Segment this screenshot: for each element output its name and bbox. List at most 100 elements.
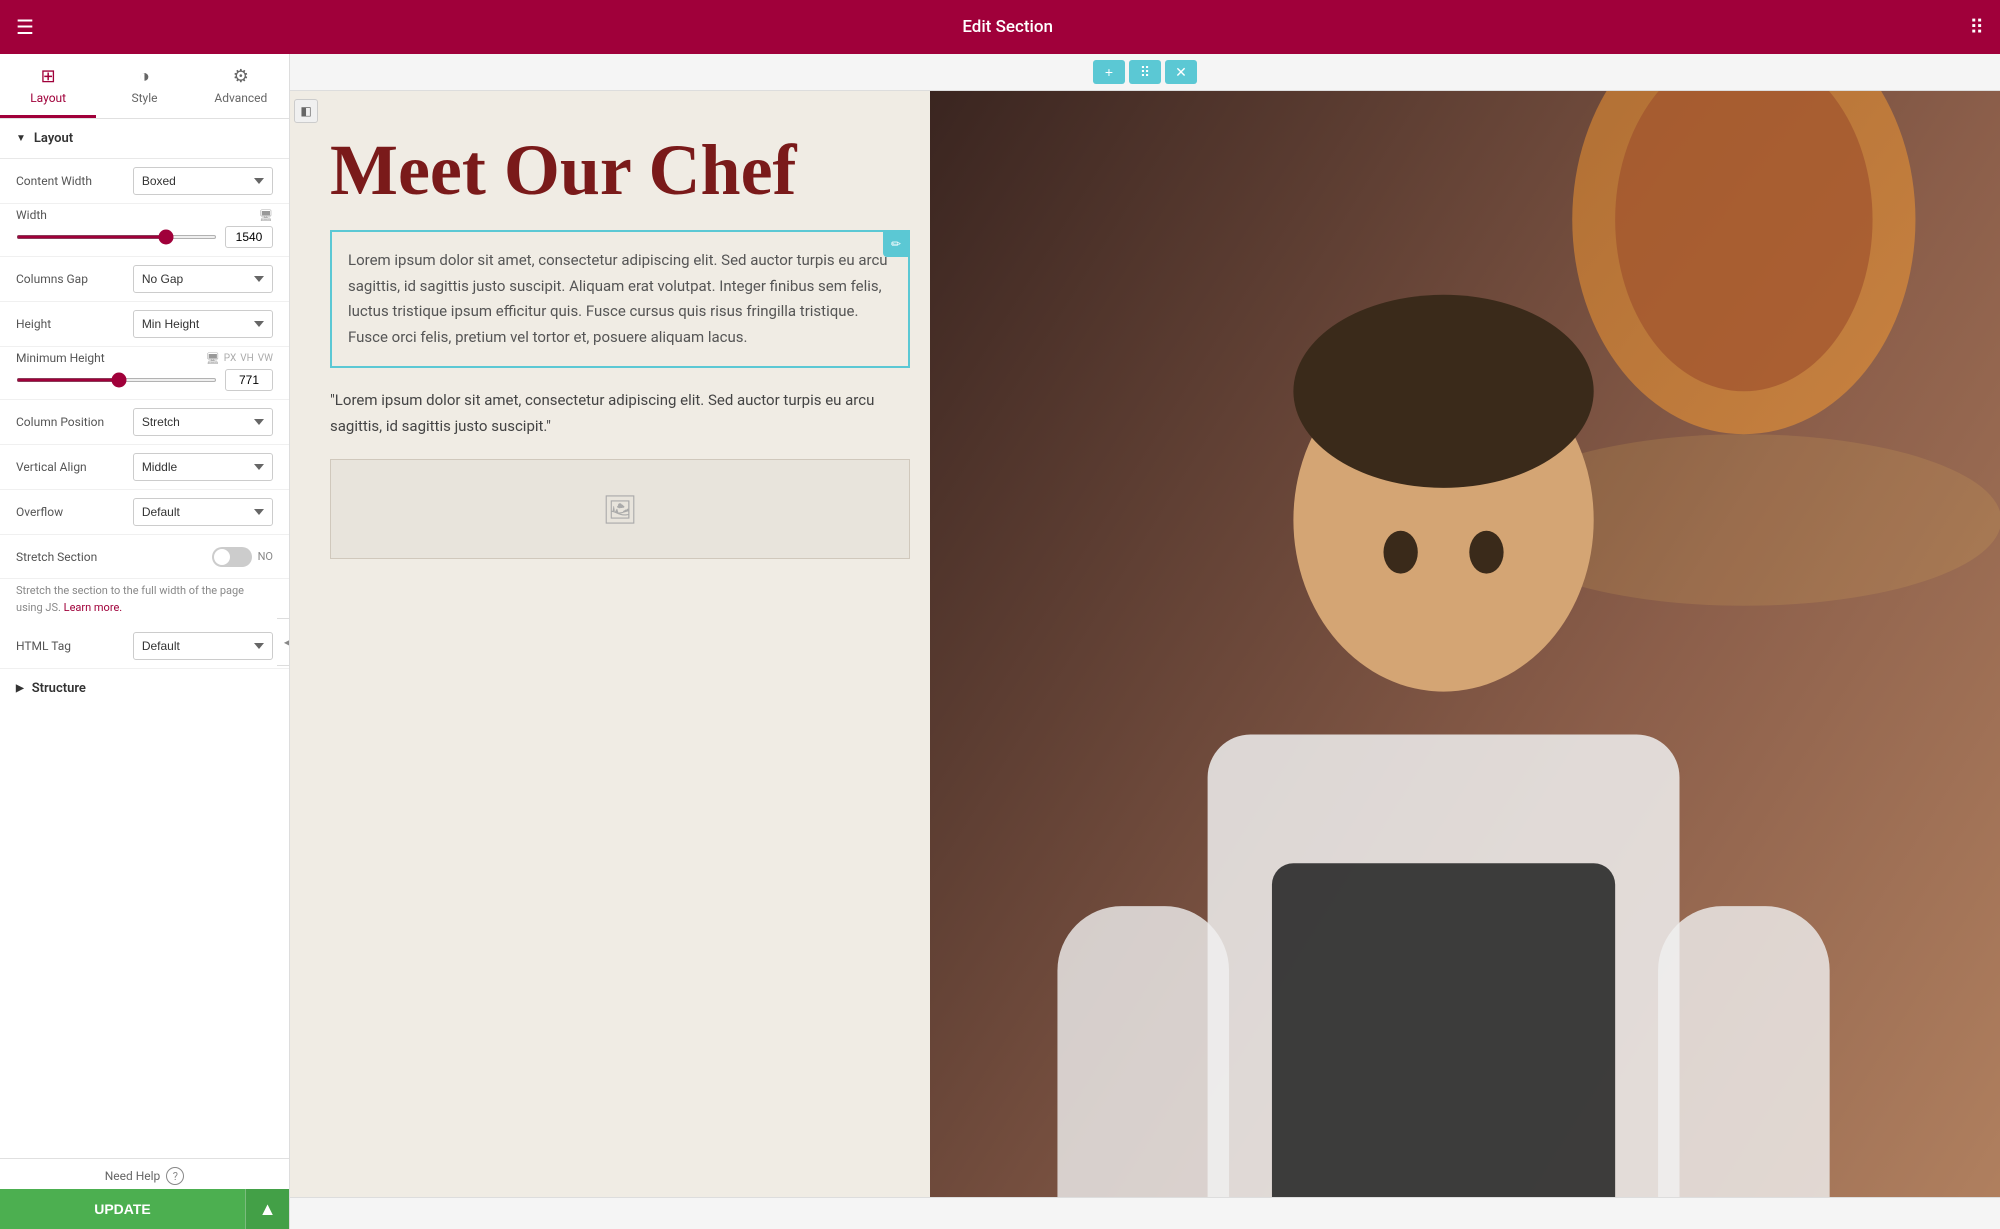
content-width-control[interactable]: Boxed Full Width — [133, 167, 273, 195]
content-width-select[interactable]: Boxed Full Width — [133, 167, 273, 195]
width-row: Width 🖥 — [0, 204, 289, 257]
top-bar: ☰ Edit Section ⠿ — [0, 0, 2000, 54]
min-height-row: Minimum Height 🖥 PX VH VW — [0, 347, 289, 400]
need-help-label: Need Help — [105, 1169, 161, 1183]
vertical-align-control[interactable]: Top Middle Bottom — [133, 453, 273, 481]
columns-gap-select[interactable]: No Gap Narrow Default Extended — [133, 265, 273, 293]
sidebar-content: ▼ Layout Content Width Boxed Full Width … — [0, 119, 289, 1158]
height-control[interactable]: Default Min Height Fit To Screen — [133, 310, 273, 338]
html-tag-select[interactable]: Default header footer main article secti… — [133, 632, 273, 660]
page-title: Edit Section — [46, 17, 1969, 37]
chef-photo-bg — [930, 91, 2000, 1197]
stretch-toggle[interactable] — [212, 547, 252, 567]
chevron-down-icon: ▼ — [16, 133, 26, 144]
height-label: Height — [16, 317, 133, 331]
stretch-section-label: Stretch Section — [16, 550, 212, 564]
column-position-control[interactable]: Top Middle Bottom Stretch — [133, 408, 273, 436]
tab-layout-label: Layout — [30, 91, 66, 105]
html-tag-row: HTML Tag Default header footer main arti… — [0, 624, 289, 669]
width-slider-track — [16, 226, 273, 248]
grid-icon[interactable]: ⠿ — [1969, 15, 1984, 39]
canvas-area: + ⠿ ✕ ◧ Meet Our Chef ✏ Lorem ipsum dolo… — [290, 54, 2000, 1229]
move-section-button[interactable]: ⠿ — [1129, 60, 1161, 84]
min-height-slider-track — [16, 369, 273, 391]
min-height-slider[interactable] — [16, 378, 217, 382]
width-value-input[interactable] — [225, 226, 273, 248]
layout-icon: ⊞ — [41, 66, 56, 87]
content-width-row: Content Width Boxed Full Width — [0, 159, 289, 204]
section-toggle-handle[interactable]: ◧ — [294, 99, 318, 123]
quote-text-content: "Lorem ipsum dolor sit amet, consectetur… — [330, 388, 910, 439]
overflow-select[interactable]: Default Hidden — [133, 498, 273, 526]
vertical-align-label: Vertical Align — [16, 460, 133, 474]
toggle-knob — [214, 549, 230, 565]
help-icon[interactable]: ? — [166, 1167, 184, 1185]
vertical-align-row: Vertical Align Top Middle Bottom — [0, 445, 289, 490]
layout-section-header[interactable]: ▼ Layout — [0, 119, 289, 159]
chef-title-heading: Meet Our Chef — [330, 131, 910, 210]
image-placeholder[interactable]: 🖼 — [330, 459, 910, 559]
html-tag-label: HTML Tag — [16, 639, 133, 653]
columns-gap-label: Columns Gap — [16, 272, 133, 286]
content-column: Meet Our Chef ✏ Lorem ipsum dolor sit am… — [290, 91, 930, 1197]
content-width-label: Content Width — [16, 174, 133, 188]
height-row: Height Default Min Height Fit To Screen — [0, 302, 289, 347]
image-icon: 🖼 — [602, 493, 638, 526]
overflow-label: Overflow — [16, 505, 133, 519]
stretch-toggle-wrap: NO — [212, 547, 273, 567]
advanced-icon: ⚙ — [233, 66, 249, 87]
columns-gap-row: Columns Gap No Gap Narrow Default Extend… — [0, 257, 289, 302]
canvas-bottom-bar — [290, 1197, 2000, 1229]
height-select[interactable]: Default Min Height Fit To Screen — [133, 310, 273, 338]
tab-style-label: Style — [131, 91, 157, 105]
style-icon: ◑ — [139, 66, 150, 87]
min-height-value-input[interactable] — [225, 369, 273, 391]
lorem-text-block[interactable]: ✏ Lorem ipsum dolor sit amet, consectetu… — [330, 230, 910, 368]
vertical-align-select[interactable]: Top Middle Bottom — [133, 453, 273, 481]
canvas-section: ◧ Meet Our Chef ✏ Lorem ipsum dolor sit … — [290, 91, 2000, 1197]
tab-layout[interactable]: ⊞ Layout — [0, 54, 96, 118]
overflow-control[interactable]: Default Hidden — [133, 498, 273, 526]
width-label: Width — [16, 208, 255, 222]
monitor-icon-2: 🖥 — [206, 352, 220, 365]
menu-icon[interactable]: ☰ — [16, 15, 34, 39]
main-layout: ⊞ Layout ◑ Style ⚙ Advanced ▼ Layout Con… — [0, 54, 2000, 1229]
structure-section-header[interactable]: ▶ Structure — [0, 669, 289, 708]
add-section-button[interactable]: + — [1093, 60, 1125, 84]
learn-more-link[interactable]: Learn more. — [64, 601, 123, 614]
columns-gap-control[interactable]: No Gap Narrow Default Extended — [133, 265, 273, 293]
overflow-row: Overflow Default Hidden — [0, 490, 289, 535]
tab-advanced[interactable]: ⚙ Advanced — [193, 54, 289, 118]
min-height-label: Minimum Height — [16, 351, 202, 365]
tab-style[interactable]: ◑ Style — [96, 54, 192, 118]
collapse-sidebar-button[interactable]: ◀ — [277, 618, 290, 666]
close-section-button[interactable]: ✕ — [1165, 60, 1197, 84]
edit-text-button[interactable]: ✏ — [883, 231, 909, 257]
column-position-select[interactable]: Top Middle Bottom Stretch — [133, 408, 273, 436]
update-arrow-button[interactable]: ▲ — [245, 1189, 289, 1229]
structure-label: Structure — [32, 681, 86, 696]
monitor-icon: 🖥 — [259, 209, 273, 222]
canvas-wrapper[interactable]: ◧ Meet Our Chef ✏ Lorem ipsum dolor sit … — [290, 91, 2000, 1197]
sidebar-bottom-bar: Need Help ? UPDATE ▲ — [0, 1158, 289, 1229]
update-button[interactable]: UPDATE — [0, 1189, 245, 1229]
html-tag-control[interactable]: Default header footer main article secti… — [133, 632, 273, 660]
need-help-row: Need Help ? — [0, 1159, 289, 1189]
width-slider[interactable] — [16, 235, 217, 239]
update-btn-row: UPDATE ▲ — [0, 1189, 289, 1229]
layout-section-label: Layout — [34, 131, 73, 146]
toggle-off-label: NO — [258, 550, 273, 563]
px-label: PX — [224, 353, 236, 364]
column-position-label: Column Position — [16, 415, 133, 429]
lorem-text-content: Lorem ipsum dolor sit amet, consectetur … — [348, 248, 892, 350]
vw-label: VW — [258, 353, 273, 364]
canvas-toolbar: + ⠿ ✕ — [290, 54, 2000, 91]
sidebar: ⊞ Layout ◑ Style ⚙ Advanced ▼ Layout Con… — [0, 54, 290, 1229]
chevron-right-icon: ▶ — [16, 683, 24, 694]
vh-label: VH — [240, 353, 254, 364]
tabs: ⊞ Layout ◑ Style ⚙ Advanced — [0, 54, 289, 119]
tab-advanced-label: Advanced — [214, 91, 267, 105]
photo-column — [930, 91, 2000, 1197]
chef-illustration — [930, 91, 2000, 1197]
stretch-section-row: Stretch Section NO — [0, 535, 289, 579]
